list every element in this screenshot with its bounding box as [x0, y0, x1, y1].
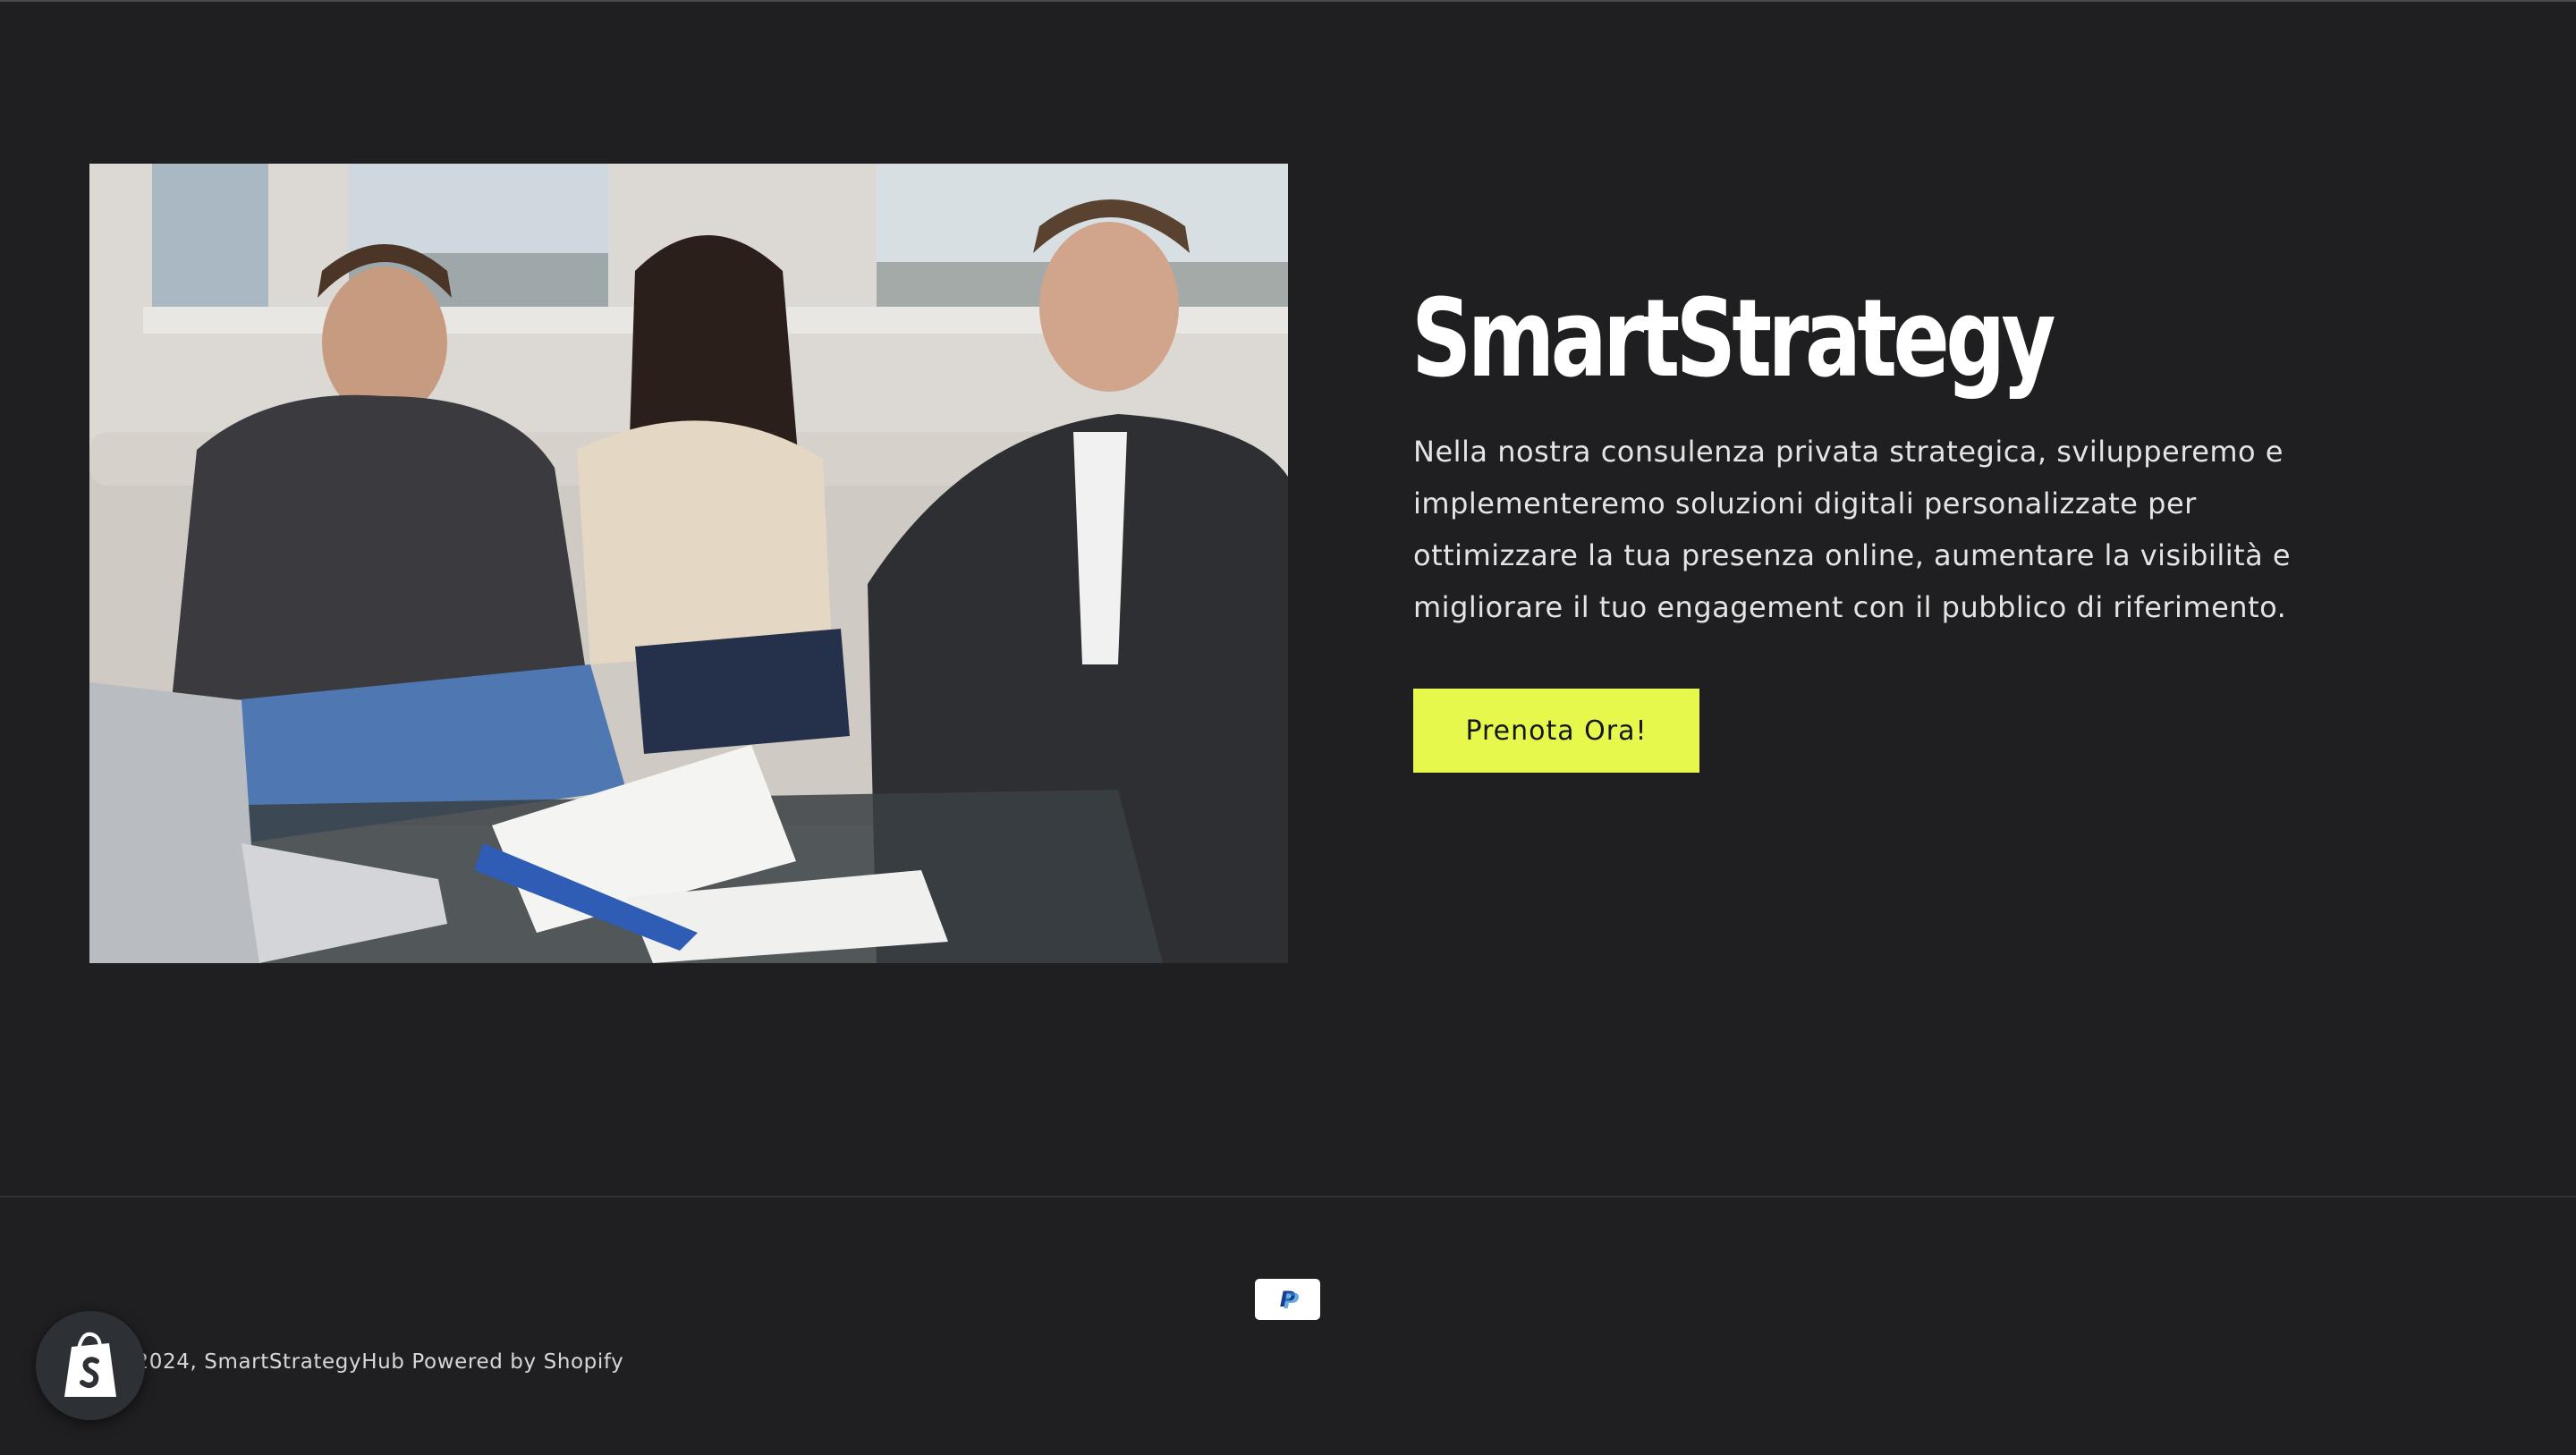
top-divider [0, 0, 2576, 2]
footer-divider [0, 1196, 2576, 1197]
shopify-bag-icon[interactable] [36, 1311, 145, 1420]
consultation-photo [89, 164, 1288, 963]
photo-illustration [89, 164, 1288, 963]
shopify-logo [64, 1332, 116, 1397]
paypal-letter: P [1280, 1287, 1299, 1314]
store-name-link[interactable]: SmartStrategyHub [204, 1350, 404, 1374]
book-now-button[interactable]: Prenota Ora! [1413, 689, 1699, 773]
powered-by-shopify-link[interactable]: Powered by Shopify [411, 1350, 623, 1374]
footer-copyright: © 2024, SmartStrategyHub Powered by Shop… [107, 1350, 623, 1374]
hero-description: Nella nostra consulenza privata strategi… [1413, 435, 2292, 624]
paypal-icon: P [1255, 1279, 1320, 1320]
page-title: SmartStrategy [1411, 277, 2056, 402]
